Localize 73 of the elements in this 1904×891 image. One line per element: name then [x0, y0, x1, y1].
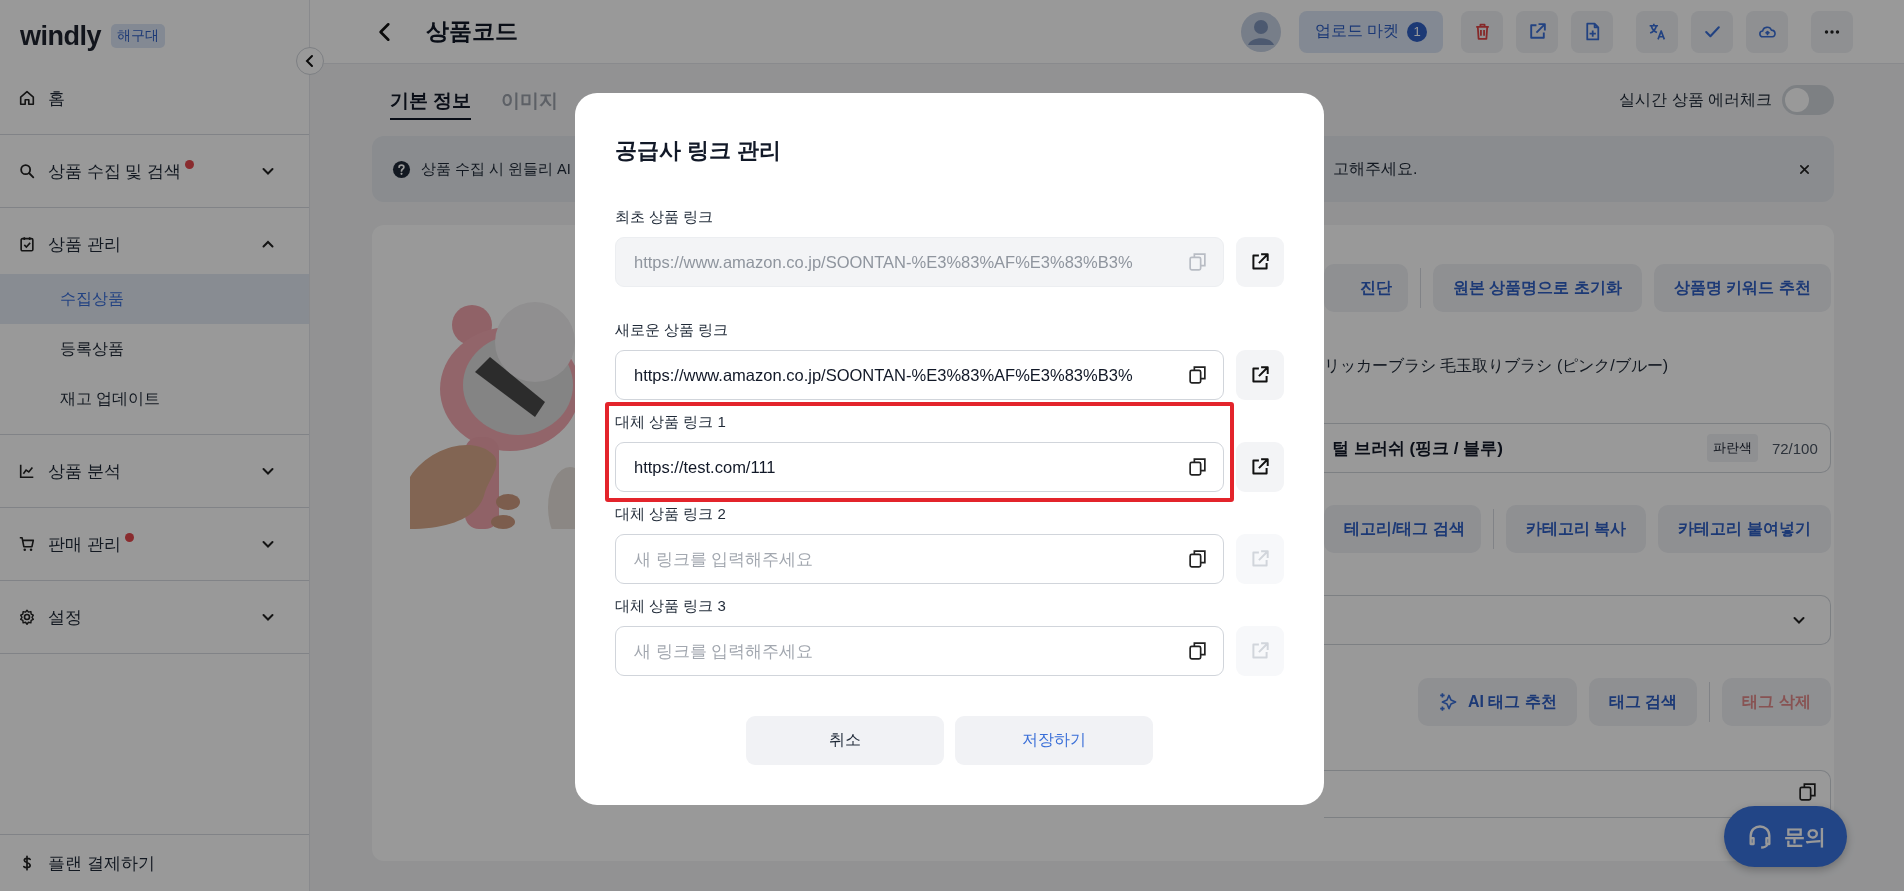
tag-button[interactable]: 태그 검색: [1588, 678, 1698, 726]
field-label: 최초 상품 링크: [615, 207, 715, 227]
toggle-switch[interactable]: [1782, 85, 1834, 115]
tool-button[interactable]: 원본 상품명으로 초기화: [1433, 264, 1642, 312]
clipboard-check-icon: [18, 235, 36, 253]
nav-subitem[interactable]: 등록상품: [0, 324, 309, 374]
help-icon: [392, 159, 411, 179]
close-icon[interactable]: [1799, 163, 1810, 175]
link-field[interactable]: https://www.amazon.co.jp/SOONTAN-%E3%83%AF%E3%83%B3%: [615, 350, 1224, 400]
add-file-button[interactable]: [1571, 10, 1613, 53]
confirm-button[interactable]: [1691, 10, 1733, 53]
link-field[interactable]: 새 링크를 입력해주세요: [615, 534, 1224, 584]
tool-button[interactable]: 상품명 키워드 추천: [1653, 264, 1831, 312]
copy-icon[interactable]: [1187, 456, 1208, 477]
external-link-icon: [1249, 251, 1271, 273]
open-link-button[interactable]: [1236, 442, 1284, 492]
select-field[interactable]: [1324, 595, 1831, 645]
link-field[interactable]: https://test.com/111: [615, 442, 1224, 492]
open-link-button[interactable]: [1236, 350, 1284, 400]
upload-market-button[interactable]: 업로드 마켓 1: [1298, 10, 1443, 53]
delete-button[interactable]: [1461, 10, 1503, 53]
count-badge: 1: [1407, 21, 1427, 42]
nav-group[interactable]: 상품 수집 및 검색: [0, 145, 309, 197]
nav-group[interactable]: 상품 분석: [0, 445, 309, 497]
field-label: 새로운 상품 링크: [615, 320, 730, 340]
field-label: 대체 상품 링크 1: [615, 412, 727, 432]
nav-subitem[interactable]: 재고 업데이트: [0, 374, 309, 424]
more-icon: [1824, 29, 1840, 34]
line-chart-icon: [18, 462, 36, 480]
tab[interactable]: 기본 정보: [390, 80, 472, 120]
cart-icon: [18, 535, 36, 553]
home-icon: [18, 89, 36, 107]
external-link-icon: [1249, 456, 1271, 478]
translate-button[interactable]: [1636, 10, 1678, 53]
nav-group[interactable]: 판매 관리: [0, 518, 309, 570]
error-check-label: 실시간 상품 에러체크: [1619, 89, 1772, 110]
copy-icon[interactable]: [1187, 548, 1208, 569]
tool-button[interactable]: 진단: [1324, 264, 1408, 312]
cancel-button[interactable]: 취소: [746, 716, 944, 765]
tag-button[interactable]: AI 태그 추천: [1418, 678, 1577, 726]
inquiry-button[interactable]: 문의: [1724, 806, 1847, 867]
tool-button[interactable]: 카테고리 복사: [1505, 505, 1647, 553]
branch-badge: 해구대: [111, 24, 165, 48]
external-link-icon: [1249, 364, 1271, 386]
char-count: 72/100: [1771, 439, 1818, 457]
page-title: 상품코드: [426, 17, 518, 46]
plan-payment-link[interactable]: 플랜 결제하기: [0, 837, 309, 889]
nav-group[interactable]: 설정: [0, 591, 309, 643]
cloud-upload-button[interactable]: [1746, 10, 1788, 53]
save-button[interactable]: 저장하기: [955, 716, 1153, 765]
collapse-button[interactable]: [296, 47, 324, 75]
tool-button[interactable]: 테고리/태그 검색: [1324, 505, 1481, 553]
avatar-icon[interactable]: [1240, 11, 1281, 52]
settings-icon: [18, 608, 36, 626]
dialog-title: 공급사 링크 관리: [615, 137, 783, 165]
external-link-icon: [1249, 548, 1271, 570]
search-icon: [18, 162, 36, 180]
copy-icon[interactable]: [1187, 640, 1208, 661]
nav-subitem[interactable]: 수집상품: [0, 274, 309, 324]
copy-icon: [1796, 781, 1818, 802]
source-title: リッカーブラシ 毛玉取りブラシ (ピンク/ブルー): [1324, 356, 1669, 376]
color-tag: 파란색: [1706, 434, 1758, 462]
logo: windly: [20, 20, 101, 52]
link-field[interactable]: 새 링크를 입력해주세요: [615, 626, 1224, 676]
banner-text: 고해주세요.: [1333, 158, 1418, 179]
banner-text: 상품 수집 시 윈들리 AI: [421, 159, 571, 179]
external-link-icon: [1249, 640, 1271, 662]
field-label: 대체 상품 링크 2: [615, 504, 727, 524]
copy-icon[interactable]: [1187, 364, 1208, 385]
nav-group[interactable]: 상품 관리: [0, 218, 309, 270]
field-label: 대체 상품 링크 3: [615, 596, 727, 616]
tool-button[interactable]: 카테고리 붙여넣기: [1658, 505, 1831, 553]
title-field[interactable]: 털 브러쉬 (핑크 / 블루) 파란색 72/100: [1324, 423, 1831, 473]
